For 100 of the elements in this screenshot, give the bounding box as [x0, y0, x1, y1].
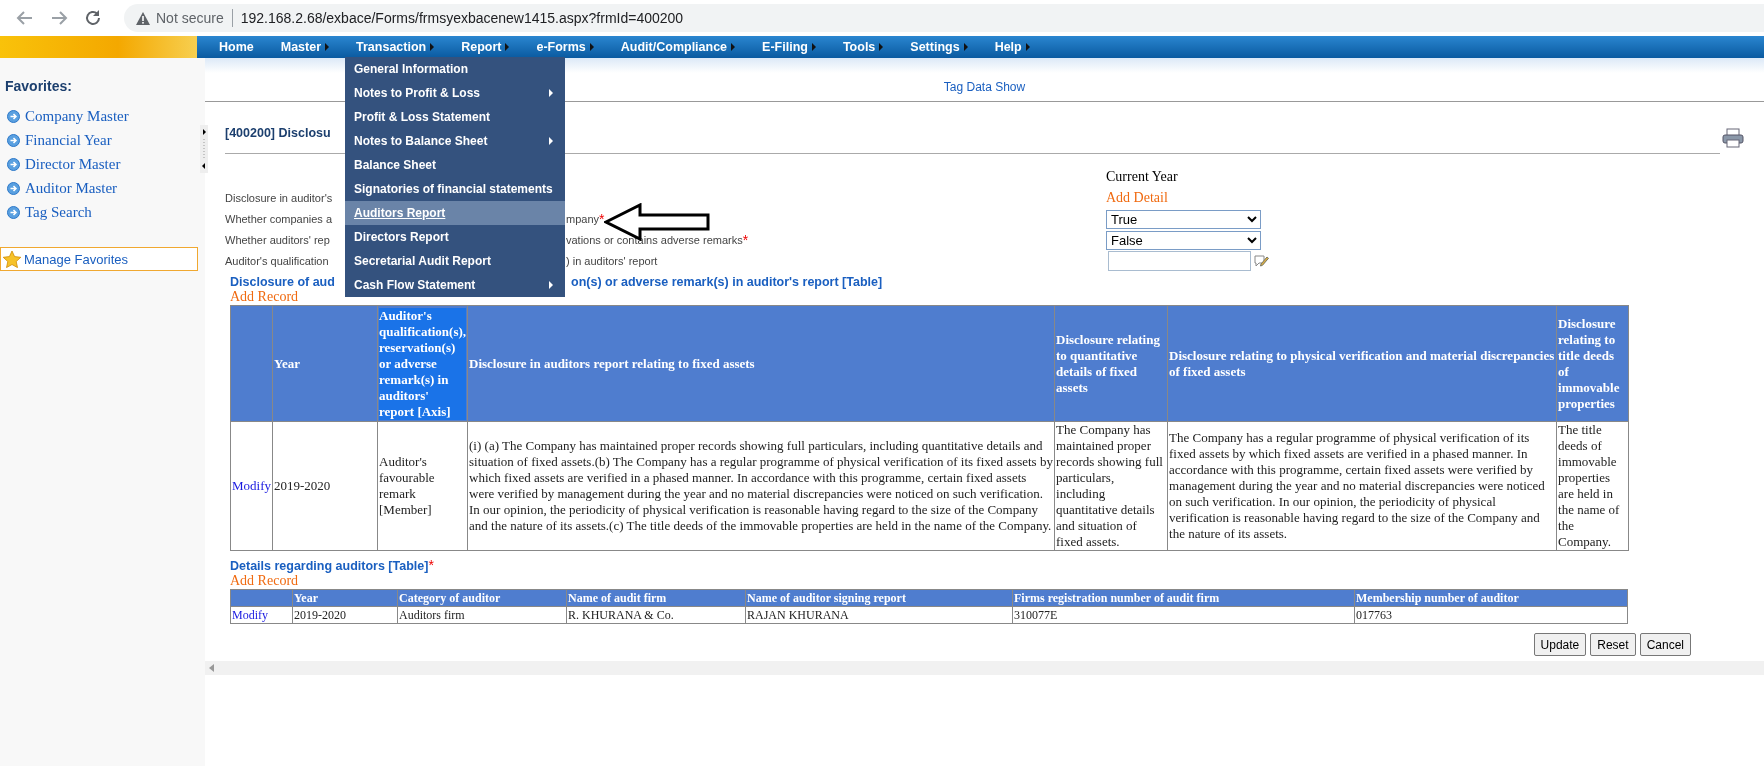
url-text: 192.168.2.68/exbace/Forms/frmsyexbacenew1415.aspx?frmId=400200 — [240, 10, 684, 26]
arrow-bullet-icon — [7, 181, 20, 195]
column-header: Name of auditor signing report — [747, 590, 906, 605]
field-label: Disclosure in auditor's — [225, 192, 333, 204]
star-icon — [3, 250, 21, 268]
table-cell: Auditors firm — [397, 606, 567, 624]
warning-icon — [136, 11, 150, 25]
favorite-link[interactable]: Tag Search — [25, 203, 92, 221]
favorite-link[interactable]: Financial Year — [25, 131, 112, 149]
action-button[interactable]: Reset — [1590, 633, 1636, 656]
scroll-left-icon[interactable] — [209, 664, 215, 672]
security-label: Not secure — [156, 10, 224, 26]
submenu-arrow-icon — [505, 43, 510, 51]
menu-item[interactable]: e-Forms — [522, 36, 607, 58]
table-cell: 2019-2020 — [272, 421, 378, 551]
menu-item[interactable]: Help — [980, 36, 1043, 58]
menu-item[interactable]: Master — [266, 36, 343, 58]
menu-option[interactable]: Directors Report — [345, 225, 565, 249]
submenu-arrow-icon — [549, 137, 553, 145]
address-bar[interactable]: Not secure 192.168.2.68/exbace/Forms/frmsyexbacenew1415.aspx?frmId=400200 — [124, 4, 1764, 32]
column-heading: Current Year — [1106, 168, 1179, 186]
menu-option[interactable]: Balance Sheet — [345, 153, 565, 177]
submenu-arrow-icon — [549, 89, 553, 97]
menu-option[interactable]: Secretarial Audit Report — [345, 249, 565, 273]
menu-item[interactable]: Audit/Compliance — [606, 36, 749, 58]
action-button[interactable]: Cancel — [1639, 633, 1691, 656]
favorite-link[interactable]: Director Master — [25, 155, 121, 173]
column-header: Auditor's qualification(s), reservation(s) or adverse remark(s) in auditors' report [Axis] — [379, 307, 467, 420]
input-field[interactable] — [1108, 251, 1251, 271]
submenu-arrow-icon — [1025, 43, 1030, 51]
menu-item[interactable]: Settings — [896, 36, 981, 58]
submenu-arrow-icon — [811, 43, 816, 51]
favorite-link[interactable]: Company Master — [25, 107, 129, 125]
menu-option[interactable]: Profit & Loss Statement — [345, 105, 565, 129]
required-mark: * — [599, 211, 605, 227]
arrow-bullet-icon — [7, 109, 20, 123]
page-title: [400200] Disclosu — [225, 125, 331, 140]
favorite-link[interactable]: Auditor Master — [25, 179, 118, 197]
arrow-bullet-icon — [7, 205, 20, 219]
table-cell: The title deeds of immovable properties are held in the name of the Company. — [1556, 421, 1629, 551]
menu-item[interactable]: E-Filing — [748, 36, 829, 58]
column-header: Disclosure relating to physical verification and material discrepancies of fixed assets — [1169, 347, 1555, 379]
required-mark: * — [428, 557, 434, 573]
menu-option[interactable]: Notes to Profit & Loss — [345, 81, 565, 105]
menu-option[interactable]: General Information — [345, 57, 565, 81]
submenu-arrow-icon — [731, 43, 736, 51]
manage-favorites-button[interactable]: Manage Favorites — [0, 247, 198, 271]
table-cell: RAJAN KHURANA — [745, 606, 1013, 624]
submenu-arrow-icon — [963, 43, 968, 51]
submenu-arrow-icon — [325, 43, 330, 51]
arrow-bullet-icon — [7, 157, 20, 171]
section-heading: Disclosure of aud — [230, 275, 336, 289]
table-cell: R. KHURANA & Co. — [566, 606, 746, 624]
menu-item[interactable]: Home — [205, 36, 267, 58]
field-label: ) in auditors' report — [566, 255, 658, 267]
horizontal-scrollbar[interactable] — [205, 661, 1764, 675]
table-cell: The Company has maintained proper records showing full particulars, including quantitative details and situation of fixed assets. — [1054, 421, 1168, 551]
column-header: Year — [294, 590, 318, 605]
tag-data-link[interactable]: Tag Data Show — [943, 80, 1026, 94]
submenu-arrow-icon — [879, 43, 884, 51]
table-cell: Auditor's favourable remark [Member] — [377, 421, 468, 551]
field-label: mpany — [566, 213, 600, 225]
reload-icon[interactable] — [83, 8, 103, 28]
table-cell: (i) (a) The Company has maintained proper records showing full particulars, including quantitative details and situation of fixed assets.(b) The Company has a regular programme of physical verification of its fixed assets by which fixed assets are verified in a phased manner. In accordance with this programme, certain fixed assets were verified by management during the year and no material discrepancies were noticed on such verification. In our opinion, the periodicity of physical verification is reasonable having regard to the size of the Company and the nature of its assets.(c) The title deeds of the immovable properties are held in the name of the Company. — [467, 421, 1055, 551]
table-cell: 2019-2020 — [292, 606, 398, 624]
menu-option[interactable]: Signatories of financial statements — [345, 177, 565, 201]
column-header: Disclosure relating to title deeds of immovable properties — [1558, 315, 1620, 411]
arrow-bullet-icon — [7, 133, 20, 147]
submenu-arrow-icon — [549, 281, 553, 289]
column-header: Name of audit firm — [568, 590, 667, 605]
menu-item[interactable]: Report — [447, 36, 523, 58]
table-cell: 017763 — [1354, 606, 1628, 624]
required-mark: * — [742, 232, 749, 248]
column-header: Year — [274, 355, 300, 371]
menu-item[interactable]: Transaction — [342, 36, 448, 58]
field-label: Whether auditors' rep — [225, 234, 330, 246]
section-heading: Details regarding auditors [Table] — [230, 559, 429, 573]
column-header: Membership number of auditor — [1356, 590, 1519, 605]
column-header: Disclosure relating to quantitative details of fixed assets — [1056, 331, 1160, 395]
action-button[interactable]: Update — [1533, 633, 1587, 656]
modify-link[interactable]: Modify — [232, 478, 271, 493]
table-cell: 310077E — [1012, 606, 1355, 624]
comment-edit-icon[interactable] — [1253, 253, 1269, 269]
section-heading: on(s) or adverse remark(s) in auditor's report [Table] — [571, 275, 884, 289]
field-label: Auditor's qualification — [225, 255, 329, 267]
table-cell: The Company has a regular programme of physical verification of its fixed assets by which fixed assets are verified in a phased manner. In accordance with this programme, certain fixed assets were verified by management during the year and no material discrepancies were noticed on such verification. In our opinion, the periodicity of physical verification is reasonable having regard to the size of the Company and the nature of its assets. — [1167, 421, 1557, 551]
favorites-title: Favorites: — [4, 77, 73, 96]
printer-icon[interactable] — [1722, 128, 1744, 148]
column-header: Disclosure in auditors report relating to fixed assets — [469, 355, 755, 371]
splitter-handle[interactable] — [200, 125, 208, 173]
add-detail-link[interactable]: Add Detail — [1106, 190, 1168, 206]
submenu-arrow-icon — [430, 43, 435, 51]
menu-item[interactable]: Tools — [828, 36, 897, 58]
menu-option[interactable]: Notes to Balance Sheet — [345, 129, 565, 153]
dropdown-field[interactable]: False — [1106, 230, 1261, 250]
add-record-link[interactable]: Add Record — [230, 573, 1764, 589]
field-label: vations or contains adverse remarks — [566, 234, 743, 246]
menu-option[interactable]: Auditors Report — [345, 201, 565, 225]
dropdown-field[interactable]: True — [1106, 209, 1261, 229]
field-label: Whether companies a — [225, 213, 332, 225]
